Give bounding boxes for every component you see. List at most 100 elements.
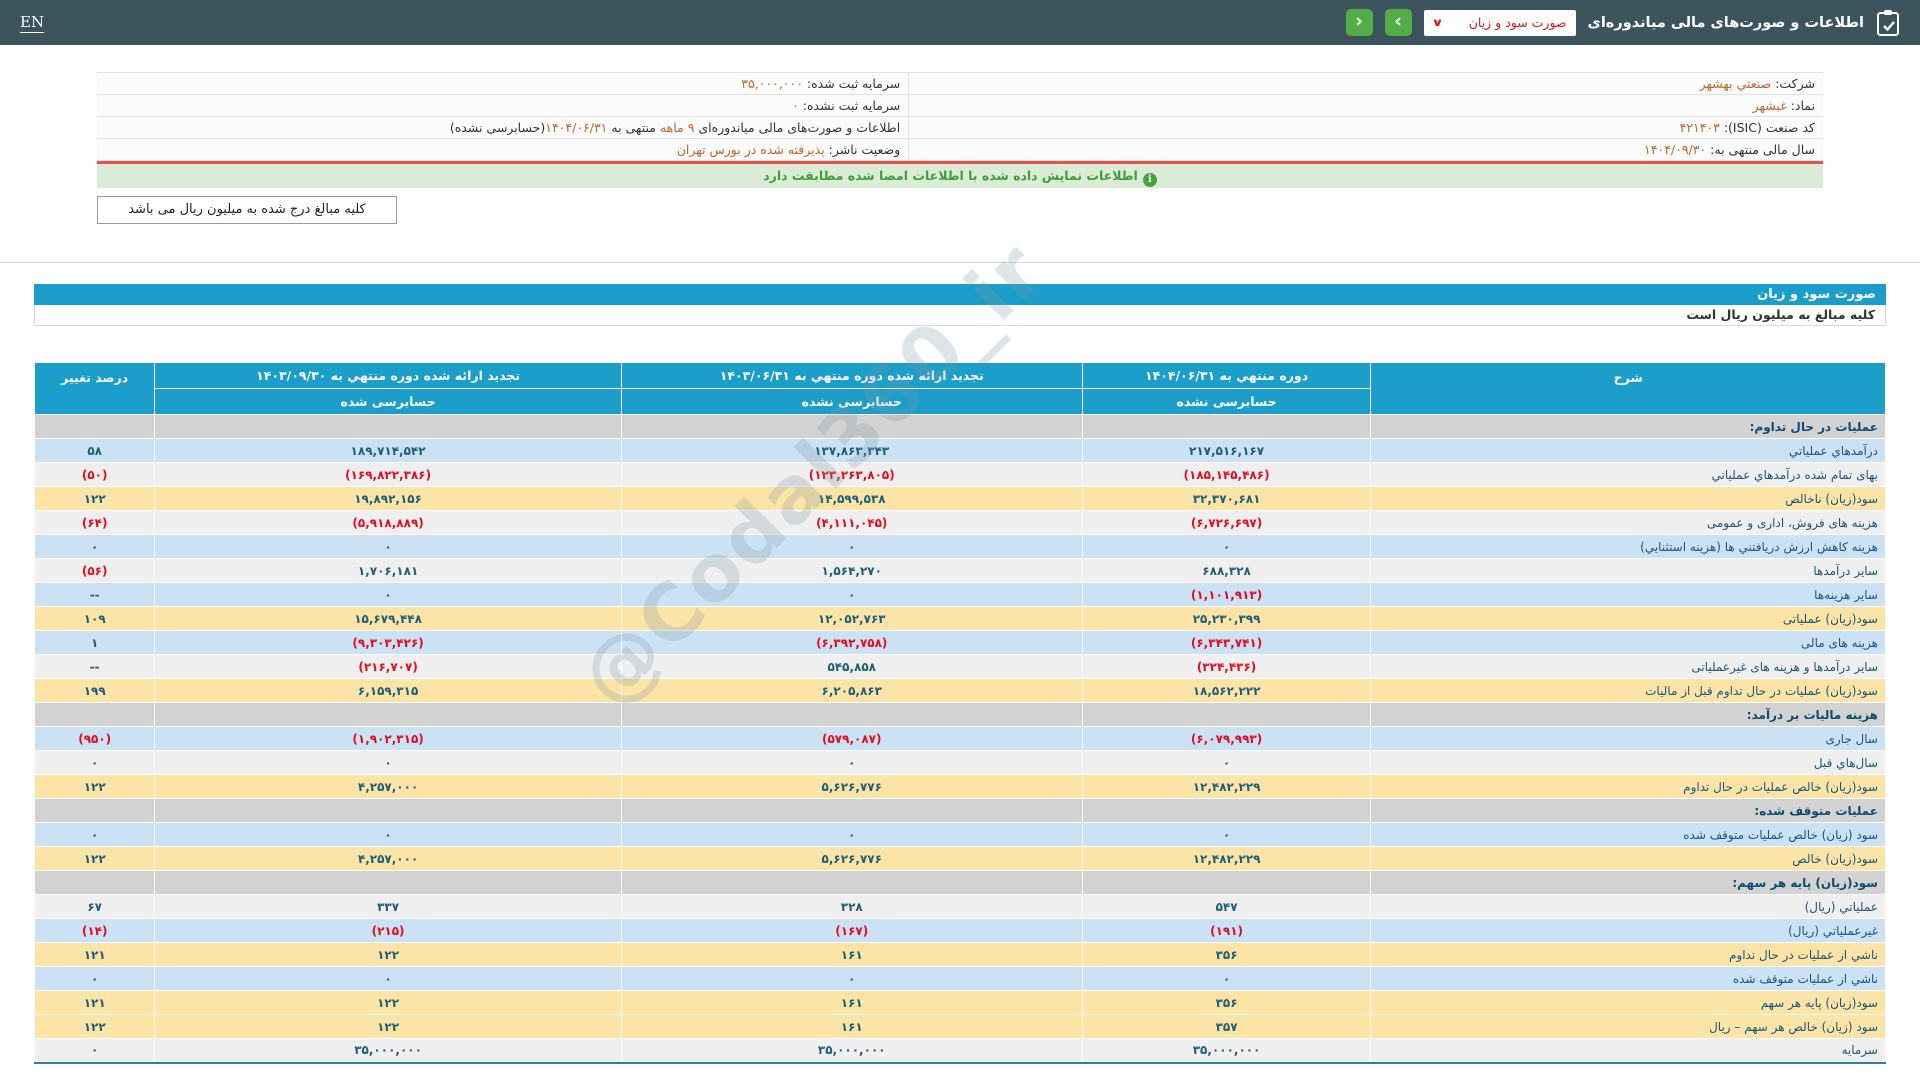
value-cell: ۰ [155,751,621,775]
value-cell: ۱۳۷,۸۶۳,۳۴۳ [621,439,1082,463]
prev-statement-button[interactable]: ‹ [1346,9,1373,36]
row-label: سود(زیان) خالص عملیات در حال تداوم [1371,775,1886,799]
signature-banner-text: اطلاعات نمایش داده شده با اطلاعات امضا ش… [763,168,1138,183]
info-cell: اطلاعات و صورت‌های مالی میاندوره‌ای ۹ ما… [97,117,908,138]
value-cell [155,415,621,439]
value-cell: (۶,۰۷۹,۹۹۳) [1082,727,1371,751]
value-cell: ۳۵,۰۰۰,۰۰۰ [155,1039,621,1063]
company-info-row: کد صنعت (ISIC): ۴۲۱۴۰۳اطلاعات و صورت‌های… [97,117,1823,139]
value-cell: ۰ [35,823,155,847]
value-cell: (۵۷۹,۰۸۷) [621,727,1082,751]
col-header-percent-change: درصد تغییر [35,363,155,415]
row-label: هزینه های مالی [1371,631,1886,655]
value-cell: ۳۲۸ [621,895,1082,919]
value-cell [621,799,1082,823]
col-header-period-restated-1403-06: تجدید ارائه شده دوره منتهي به ۱۴۰۳/۰۶/۳۱ [621,363,1082,389]
value-cell: (۵,۹۱۸,۸۸۹) [155,511,621,535]
value-cell: ۰ [155,823,621,847]
value-cell: ۱۲۲ [155,943,621,967]
info-label: وضعیت ناشر: [825,142,901,157]
info-label: شرکت: [1771,76,1815,91]
value-cell [35,871,155,895]
table-row: سود(زیان) عملیاتی۲۵,۲۳۰,۳۹۹۱۲,۰۵۲,۷۶۳۱۵,… [35,607,1886,631]
clipboard-check-icon [1876,9,1900,37]
info-value: ۱۴۰۴/۰۹/۳۰ [1644,142,1706,157]
company-info-rows: شرکت: صنعتي بهشهرسرمایه ثبت شده: ۳۵,۰۰۰,… [97,73,1823,161]
value-cell: ۰ [35,967,155,991]
table-row: هزینه های مالی(۶,۳۴۳,۷۴۱)(۶,۳۹۲,۷۵۸)(۹,۳… [35,631,1886,655]
info-value: پذیرفته شده در بورس تهران [677,142,825,157]
value-cell: -- [35,655,155,679]
value-cell: ۱,۵۶۴,۲۷۰ [621,559,1082,583]
table-row: سایر درآمدها و هزینه های غیرعملیاتی(۳۲۴,… [35,655,1886,679]
value-cell: ۳۵۷ [1082,1015,1371,1039]
row-label: عملیاتي (ریال) [1371,895,1886,919]
table-row: عملیاتي (ریال)۵۴۷۳۲۸۳۳۷۶۷ [35,895,1886,919]
table-row: سود(زیان) ناخالص۳۲,۳۷۰,۶۸۱۱۴,۵۹۹,۵۳۸۱۹,۸… [35,487,1886,511]
value-cell: (۶,۳۴۳,۷۴۱) [1082,631,1371,655]
value-cell [35,415,155,439]
table-body: عملیات در حال تداوم:درآمدهاي عملياتي۲۱۷,… [35,415,1886,1063]
page-divider-line [0,262,1920,263]
dropdown-selected-value: صورت سود و زیان [1469,15,1567,30]
value-cell: ۰ [155,583,621,607]
info-value: ۴۲۱۴۰۳ [1680,120,1720,135]
table-row: سایر درآمدها۶۸۸,۳۲۸۱,۵۶۴,۲۷۰۱,۷۰۶,۱۸۱(۵۶… [35,559,1886,583]
value-cell: ۶,۲۰۵,۸۶۳ [621,679,1082,703]
value-cell: (۱۸۵,۱۴۵,۴۸۶) [1082,463,1371,487]
value-cell: (۶,۳۹۲,۷۵۸) [621,631,1082,655]
table-row: درآمدهاي عملياتي۲۱۷,۵۱۶,۱۶۷۱۳۷,۸۶۳,۳۴۳۱۸… [35,439,1886,463]
info-value: ۱۴۰۴/۰۶/۳۱ [545,120,607,135]
value-cell: ۴,۲۵۷,۰۰۰ [155,847,621,871]
col-subheader-audit-current: حسابرسی نشده [1082,389,1371,415]
info-value: ۳۵,۰۰۰,۰۰۰ [741,76,803,91]
row-label: ناشي از عملیات در حال تداوم [1371,943,1886,967]
value-cell: ۶,۱۵۹,۳۱۵ [155,679,621,703]
value-cell [621,415,1082,439]
value-cell: ۱۹۹ [35,679,155,703]
language-toggle-en[interactable]: EN [20,13,44,33]
row-label: سال جاری [1371,727,1886,751]
row-label: سود (زیان) خالص هر سهم – ریال [1371,1015,1886,1039]
table-row: سود (زیان) خالص هر سهم – ریال۳۵۷۱۶۱۱۲۲۱۲… [35,1015,1886,1039]
value-cell: ۰ [35,1039,155,1063]
info-cell: سرمایه ثبت شده: ۳۵,۰۰۰,۰۰۰ [97,73,908,94]
col-subheader-audit-restated-1403-09: حسابرسی شده [155,389,621,415]
value-cell [1082,871,1371,895]
value-cell: (۱۶۹,۸۲۲,۳۸۶) [155,463,621,487]
info-value: ۰ [792,98,799,113]
section-row: سود(زیان) پایه هر سهم: [35,871,1886,895]
value-cell: ۱۲۱ [35,991,155,1015]
row-label: سایر درآمدها [1371,559,1886,583]
value-cell: ۵۸ [35,439,155,463]
value-cell: (۲۱۶,۷۰۷) [155,655,621,679]
table-row: ناشي از عملیات در حال تداوم۳۵۶۱۶۱۱۲۲۱۲۱ [35,943,1886,967]
units-note-tab: کلیه مبالغ درج شده به میلیون ریال می باش… [97,196,397,224]
info-label: (حسابرسی نشده) [450,120,545,135]
company-info-row: شرکت: صنعتي بهشهرسرمایه ثبت شده: ۳۵,۰۰۰,… [97,73,1823,95]
col-header-period-restated-1403-09: تجدید ارائه شده دوره منتهي به ۱۴۰۳/۰۹/۳۰ [155,363,621,389]
section-row: عملیات در حال تداوم: [35,415,1886,439]
col-header-period-current: دوره منتهي به ۱۴۰۴/۰۶/۳۱ [1082,363,1371,389]
value-cell: ۳۵۶ [1082,943,1371,967]
info-value: ۹ ماهه [660,120,695,135]
statement-type-dropdown[interactable]: صورت سود و زیان ∨ [1424,10,1576,36]
value-cell: (۱,۹۰۲,۳۱۵) [155,727,621,751]
value-cell: (۵۶) [35,559,155,583]
value-cell: (۱۴) [35,919,155,943]
value-cell: ۰ [1082,967,1371,991]
value-cell: ۳۵,۰۰۰,۰۰۰ [621,1039,1082,1063]
value-cell: (۶,۷۲۶,۶۹۷) [1082,511,1371,535]
info-cell: شرکت: صنعتي بهشهر [908,73,1823,94]
info-cell: کد صنعت (ISIC): ۴۲۱۴۰۳ [908,117,1823,138]
info-label: سال مالی منتهی به: [1706,142,1815,157]
value-cell [35,799,155,823]
value-cell: ۱۲۱ [35,943,155,967]
value-cell: ۱۸,۵۶۲,۲۲۲ [1082,679,1371,703]
page-title: اطلاعات و صورت‌های مالی میاندوره‌ای [1588,15,1864,31]
table-row: سود(زیان) خالص۱۲,۴۸۲,۲۲۹۵,۶۲۶,۷۷۶۴,۲۵۷,۰… [35,847,1886,871]
row-label: سود(زیان) عملیات در حال تداوم قبل از مال… [1371,679,1886,703]
value-cell: ۱۴,۵۹۹,۵۳۸ [621,487,1082,511]
next-statement-button[interactable]: › [1385,9,1412,36]
table-row: ناشي از عملیات متوقف شده۰۰۰۰ [35,967,1886,991]
